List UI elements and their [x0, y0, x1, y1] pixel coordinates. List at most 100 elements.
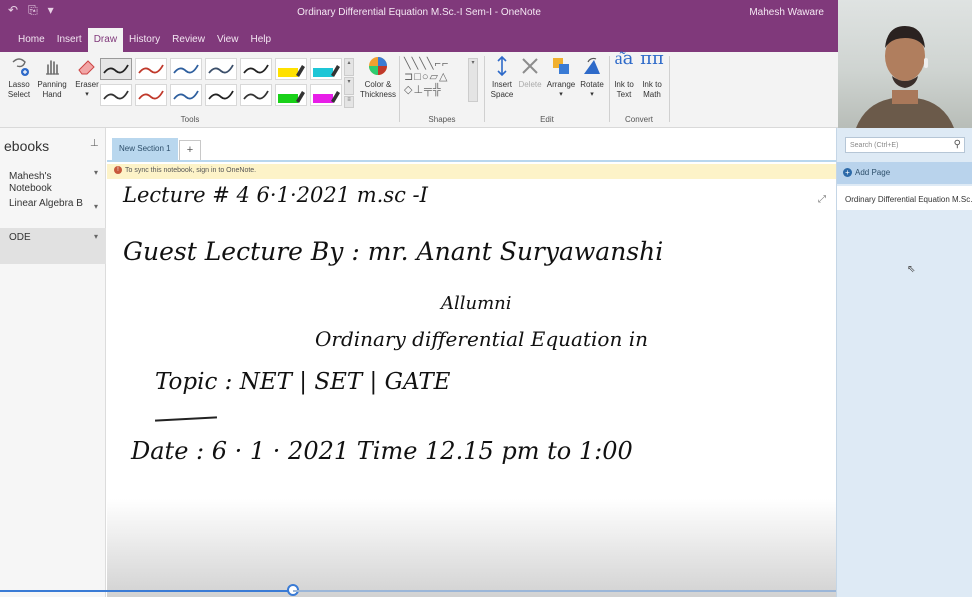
draw-ribbon: Lasso Select Panning Hand Eraser ▾ ▴ ▾ ≡… — [0, 50, 838, 128]
notebook-item-ode[interactable]: ODE ▾ — [0, 228, 106, 264]
pen-swatch[interactable] — [100, 84, 132, 106]
ink-line-alumni: Allumni — [441, 293, 512, 314]
page-canvas[interactable]: ⤢ Lecture # 4 6·1·2021 m.sc -I Guest Lec… — [107, 179, 836, 597]
add-section-button[interactable]: + — [179, 140, 201, 160]
eraser-label: Eraser — [75, 80, 99, 89]
mouse-pointer-icon: ⇖ — [907, 264, 916, 275]
pen-swatch[interactable] — [240, 84, 272, 106]
ink-underline — [154, 416, 218, 422]
sync-notification-bar[interactable]: ! To sync this notebook, sign in to OneN… — [107, 164, 836, 179]
search-icon[interactable]: ⚲ — [954, 139, 961, 150]
pen-swatch[interactable] — [205, 58, 237, 80]
add-page-button[interactable]: + Add Page — [837, 162, 972, 184]
eraser-button[interactable]: Eraser ▾ — [72, 54, 102, 100]
pin-icon[interactable]: ⊥ — [90, 138, 99, 149]
tab-home[interactable]: Home — [12, 28, 51, 52]
search-input[interactable]: Search (Ctrl+E) ⚲ — [845, 137, 965, 153]
ribbon-tabs: Home Insert Draw History Review View Hel… — [12, 28, 277, 52]
pen-swatch[interactable] — [310, 58, 342, 80]
eraser-icon — [72, 54, 102, 80]
pen-icon — [103, 64, 129, 74]
pen-swatch[interactable] — [135, 58, 167, 80]
video-progress-fill — [0, 590, 294, 592]
window-title: Ordinary Differential Equation M.Sc.-I S… — [297, 7, 541, 18]
chevron-down-icon[interactable]: ▾ — [94, 202, 98, 211]
convert-group-label: Convert — [624, 115, 653, 124]
notebook-item-mahesh[interactable]: Mahesh's Notebook ▾ — [0, 159, 106, 194]
pen-swatch[interactable] — [275, 58, 307, 80]
ribbon-separator — [399, 56, 400, 122]
pen-swatch[interactable] — [135, 84, 167, 106]
video-progress-remaining — [293, 590, 838, 592]
lasso-select-label: Lasso Select — [7, 80, 31, 99]
pen-gallery — [100, 58, 352, 110]
chevron-down-icon[interactable]: ▾ — [94, 167, 98, 179]
pen-swatch[interactable] — [205, 84, 237, 106]
tab-review[interactable]: Review — [166, 28, 211, 52]
rotate-icon — [578, 54, 606, 80]
highlighter-icon — [278, 65, 305, 77]
pen-swatch[interactable] — [240, 58, 272, 80]
eraser-dropdown-icon[interactable]: ▾ — [72, 90, 102, 100]
pen-swatch[interactable] — [310, 84, 342, 106]
notebook-navigation-pane: ebooks ⊥ Mahesh's Notebook ▾ Linear Alge… — [0, 128, 106, 597]
color-thickness-button[interactable]: Color & Thickness — [358, 54, 398, 100]
shapes-gallery[interactable]: ╲╲╲╲⌐⌐ ⊐□○▱△ ◇⊥╤╬ — [404, 58, 478, 108]
chevron-down-icon[interactable]: ▾ — [94, 232, 98, 241]
delete-button[interactable]: Delete — [516, 54, 544, 90]
pen-gallery-scroll-down-icon[interactable]: ▾ — [344, 77, 354, 95]
ink-to-math-button[interactable]: ππ Ink to Math — [638, 50, 666, 100]
delete-icon — [516, 54, 544, 80]
shapes-group-label: Shapes — [428, 115, 456, 124]
pen-swatch[interactable] — [170, 84, 202, 106]
plus-icon: + — [843, 168, 852, 177]
user-name[interactable]: Mahesh Waware — [749, 7, 824, 18]
shapes-row-3: ◇⊥╤╬ — [404, 84, 442, 96]
tab-history[interactable]: History — [123, 28, 166, 52]
pen-swatch[interactable] — [275, 84, 307, 106]
section-tabs-bar: New Section 1 + — [107, 128, 836, 162]
arrange-icon — [544, 54, 578, 80]
arrange-dropdown-icon[interactable]: ▾ — [544, 90, 578, 100]
tab-new-section-1[interactable]: New Section 1 — [112, 138, 178, 160]
ink-to-text-button[interactable]: a͂a Ink to Text — [612, 50, 636, 100]
pen-icon — [138, 64, 164, 74]
edit-group-label: Edit — [540, 115, 554, 124]
lasso-select-button[interactable]: Lasso Select — [4, 54, 34, 100]
tab-draw[interactable]: Draw — [87, 28, 124, 52]
tab-help[interactable]: Help — [244, 28, 277, 52]
expand-icon[interactable]: ⤢ — [818, 194, 826, 205]
add-page-label: Add Page — [855, 168, 891, 177]
notebook-label: ODE — [9, 232, 31, 243]
page-item-ode[interactable]: Ordinary Differential Equation M.Sc.-I — [837, 186, 972, 210]
pen-icon — [173, 64, 199, 74]
shapes-gallery-scroll-icon[interactable]: ▾ — [468, 58, 478, 102]
rotate-button[interactable]: Rotate ▾ — [578, 54, 606, 100]
arrange-label: Arrange — [546, 80, 576, 89]
pen-swatch[interactable] — [100, 58, 132, 80]
delete-label: Delete — [518, 80, 542, 89]
insert-space-label: Insert Space — [490, 80, 514, 99]
tab-view[interactable]: View — [211, 28, 245, 52]
rotate-dropdown-icon[interactable]: ▾ — [578, 90, 606, 100]
search-placeholder: Search (Ctrl+E) — [850, 142, 899, 149]
tab-insert[interactable]: Insert — [51, 28, 88, 52]
pen-swatch[interactable] — [170, 58, 202, 80]
video-overlay-gradient — [107, 499, 836, 597]
ribbon-separator — [484, 56, 485, 122]
ink-to-text-label: Ink to Text — [614, 80, 634, 99]
panning-hand-button[interactable]: Panning Hand — [34, 54, 70, 100]
ribbon-tabs-bar: Home Insert Draw History Review View Hel… — [0, 28, 838, 52]
arrange-button[interactable]: Arrange ▾ — [544, 54, 578, 100]
ink-line-topic-1: Ordinary differential Equation in — [315, 327, 648, 351]
notebook-item-linear-algebra[interactable]: Linear Algebra B ▾ — [0, 198, 106, 218]
tools-group-label: Tools — [180, 115, 200, 124]
pen-gallery-more-icon[interactable]: ≡ — [344, 96, 354, 108]
pen-gallery-scroll-up-icon[interactable]: ▴ — [344, 58, 354, 76]
ink-to-math-label: Ink to Math — [642, 80, 662, 99]
pen-icon — [138, 90, 164, 100]
insert-space-button[interactable]: Insert Space — [488, 54, 516, 100]
warning-icon: ! — [114, 166, 122, 174]
lasso-icon — [4, 54, 34, 80]
video-progress-bar[interactable] — [0, 584, 838, 596]
